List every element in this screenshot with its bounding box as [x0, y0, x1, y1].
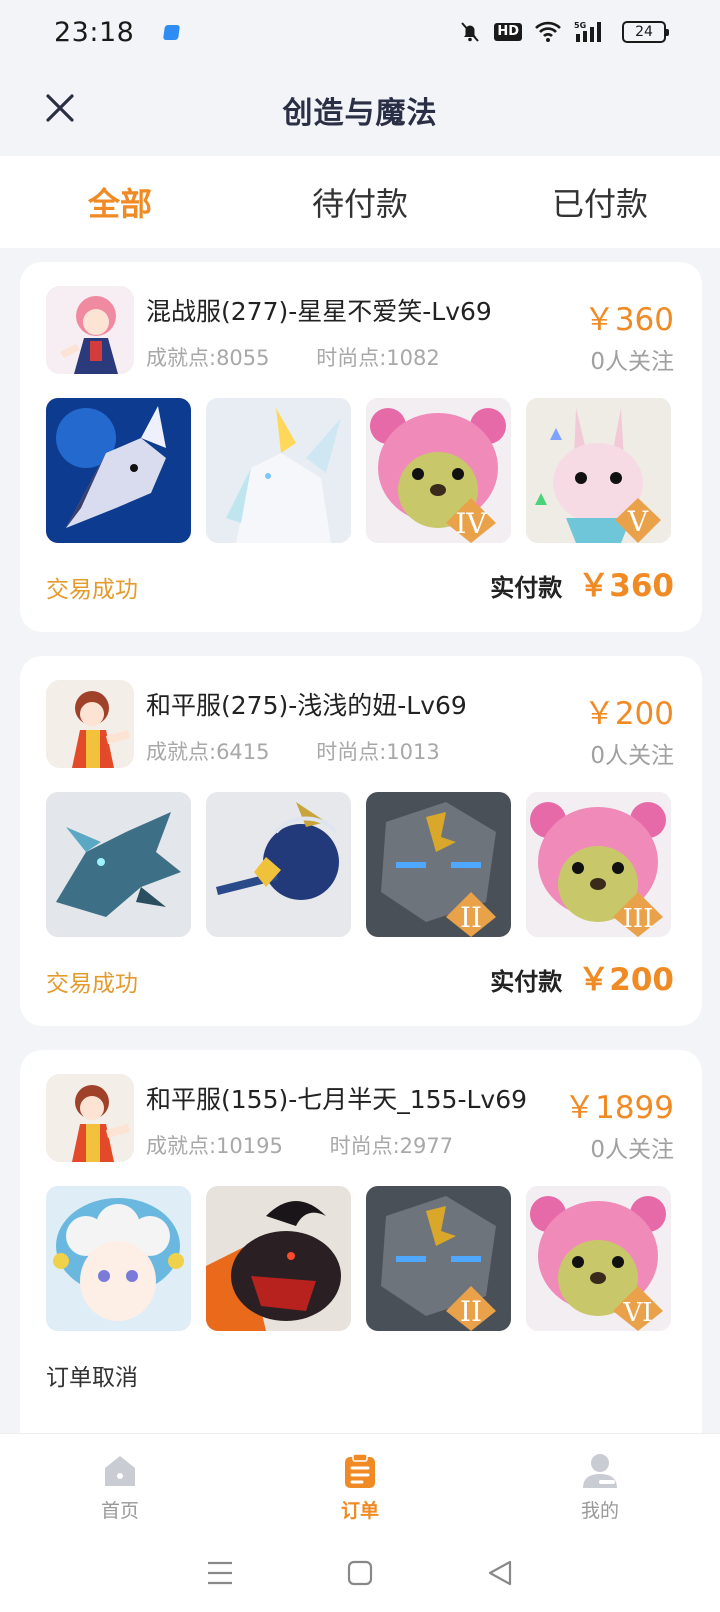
fashion-points: 时尚点:2977	[329, 1134, 454, 1158]
followers-count: 0人关注	[590, 1137, 674, 1163]
order-title: 和平服(155)-七月半天_155-Lv69	[146, 1085, 528, 1114]
system-nav-bar	[0, 1533, 720, 1612]
item-thumbnails: II VI	[46, 1186, 671, 1331]
tab-all[interactable]: 全部	[0, 179, 240, 225]
home-button[interactable]	[340, 1553, 380, 1593]
close-button[interactable]	[40, 88, 80, 128]
item-thumbnail[interactable]: II	[366, 1186, 511, 1331]
back-triangle-icon	[488, 1560, 512, 1585]
tab-paid[interactable]: 已付款	[480, 179, 720, 225]
order-status: 订单取消	[46, 1365, 138, 1391]
nav-label: 订单	[340, 1500, 379, 1522]
svg-text:V: V	[627, 505, 649, 538]
mute-bell-icon	[461, 22, 480, 42]
order-status: 交易成功	[46, 577, 138, 603]
order-price: ￥200	[583, 696, 674, 732]
svg-text:IV: IV	[455, 507, 487, 540]
fashion-points: 时尚点:1013	[316, 740, 440, 764]
nav-label: 我的	[580, 1500, 619, 1522]
nav-item-profile[interactable]: 我的	[480, 1434, 720, 1533]
order-status: 交易成功	[46, 971, 138, 997]
character-avatar	[46, 680, 134, 768]
item-thumbnail[interactable]	[206, 792, 351, 937]
order-icon	[345, 1453, 375, 1488]
svg-text:II: II	[460, 901, 482, 934]
fashion-points: 时尚点:1082	[316, 346, 440, 370]
order-card[interactable]: 混战服(277)-星星不爱笑-Lv69 成就点:8055 时尚点:1082 ￥3…	[20, 262, 702, 632]
paid-value: ￥360	[578, 568, 674, 604]
item-thumbnail[interactable]: V	[526, 398, 671, 543]
item-thumbnail[interactable]: VI	[526, 1186, 671, 1331]
order-stats: 成就点:10195 时尚点:2977	[146, 1130, 453, 1160]
menu-icon	[208, 1561, 232, 1584]
app-notification-icon	[163, 24, 181, 40]
character-avatar	[46, 286, 134, 374]
nav-item-home[interactable]: 首页	[0, 1434, 240, 1533]
header: 创造与魔法	[0, 64, 720, 156]
square-icon	[347, 1560, 373, 1585]
order-stats: 成就点:8055 时尚点:1082	[146, 342, 440, 372]
wifi-icon	[535, 21, 561, 42]
hd-icon: HD	[494, 23, 522, 41]
order-tabs: 全部 待付款 已付款	[0, 156, 720, 248]
page-title: 创造与魔法	[282, 96, 438, 131]
followers-count: 0人关注	[590, 349, 674, 375]
close-icon	[46, 94, 74, 122]
achievement-points: 成就点:10195	[146, 1134, 283, 1158]
recent-apps-button[interactable]	[200, 1553, 240, 1593]
svg-text:VI: VI	[622, 1298, 652, 1328]
nav-item-orders[interactable]: 订单	[240, 1434, 480, 1533]
item-thumbnail[interactable]	[46, 398, 191, 543]
order-card[interactable]: 和平服(275)-浅浅的妞-Lv69 成就点:6415 时尚点:1013 ￥20…	[20, 656, 702, 1026]
status-bar: 23:18 HD 5G 24	[0, 0, 720, 64]
order-list[interactable]: 混战服(277)-星星不爱笑-Lv69 成就点:8055 时尚点:1082 ￥3…	[0, 248, 720, 1433]
order-stats: 成就点:6415 时尚点:1013	[146, 736, 440, 766]
item-thumbnail[interactable]: III	[526, 792, 671, 937]
paid-amount-row: 实付款 ￥200	[490, 954, 674, 999]
status-time: 23:18	[54, 16, 135, 48]
order-price: ￥1899	[564, 1090, 674, 1126]
followers-count: 0人关注	[590, 743, 674, 769]
character-avatar	[46, 1074, 134, 1162]
status-icons: HD 5G 24	[458, 20, 669, 44]
svg-text:5G: 5G	[574, 21, 586, 30]
tab-pending-payment[interactable]: 待付款	[240, 179, 480, 225]
svg-text:III: III	[623, 904, 654, 934]
order-title: 混战服(277)-星星不爱笑-Lv69	[146, 297, 492, 326]
item-thumbnail[interactable]	[46, 1186, 191, 1331]
order-card[interactable]: 和平服(155)-七月半天_155-Lv69 成就点:10195 时尚点:297…	[20, 1050, 702, 1433]
battery-icon: 24	[622, 21, 669, 43]
paid-value: ￥200	[578, 962, 674, 998]
item-thumbnails: II III	[46, 792, 671, 937]
battery-level: 24	[635, 24, 653, 40]
signal-5g-icon: 5G	[574, 21, 601, 42]
order-title: 和平服(275)-浅浅的妞-Lv69	[146, 691, 467, 720]
paid-label: 实付款	[490, 574, 563, 602]
bottom-nav: 首页 订单 我的	[0, 1433, 720, 1533]
item-thumbnail[interactable]	[46, 792, 191, 937]
svg-text:II: II	[460, 1295, 482, 1328]
back-button[interactable]	[480, 1553, 520, 1593]
item-thumbnail[interactable]	[206, 398, 351, 543]
item-thumbnails: IV V	[46, 398, 671, 543]
home-icon	[105, 1456, 135, 1486]
nav-label: 首页	[100, 1500, 139, 1522]
paid-label: 实付款	[490, 968, 563, 996]
profile-icon	[583, 1454, 617, 1488]
achievement-points: 成就点:8055	[146, 346, 270, 370]
item-thumbnail[interactable]: II	[366, 792, 511, 937]
paid-amount-row: 实付款 ￥360	[490, 560, 674, 605]
item-thumbnail[interactable]	[206, 1186, 351, 1331]
item-thumbnail[interactable]: IV	[366, 398, 511, 543]
order-price: ￥360	[583, 302, 674, 338]
achievement-points: 成就点:6415	[146, 740, 270, 764]
